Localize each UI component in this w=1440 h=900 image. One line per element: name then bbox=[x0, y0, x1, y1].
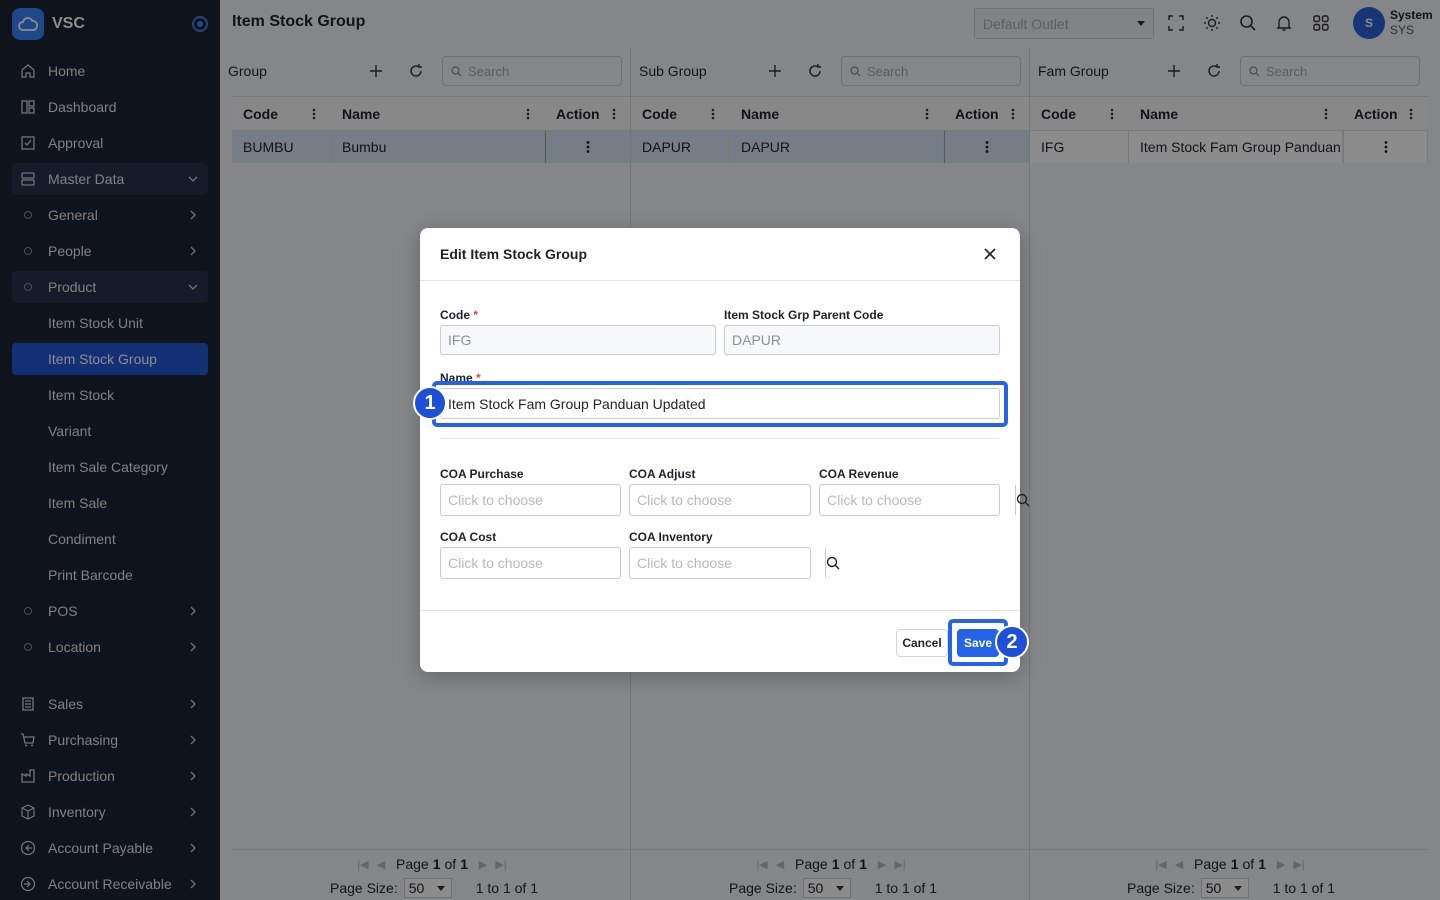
coa-revenue-input[interactable] bbox=[820, 485, 1015, 515]
divider bbox=[440, 438, 1000, 439]
coa-revenue-field bbox=[819, 484, 1030, 516]
coa-revenue-label: COA Revenue bbox=[819, 467, 899, 481]
save-button[interactable]: Save bbox=[957, 629, 999, 657]
parent-code-field[interactable] bbox=[724, 325, 1000, 355]
search-icon[interactable] bbox=[1015, 485, 1030, 515]
coa-cost-field bbox=[440, 547, 651, 579]
coa-adjust-input[interactable] bbox=[630, 485, 825, 515]
coa-inventory-label: COA Inventory bbox=[629, 530, 713, 544]
coa-purchase-field bbox=[440, 484, 651, 516]
step-badge-1: 1 bbox=[413, 386, 447, 420]
cancel-button[interactable]: Cancel bbox=[896, 629, 948, 657]
modal-title: Edit Item Stock Group bbox=[440, 246, 588, 262]
coa-purchase-label: COA Purchase bbox=[440, 467, 524, 481]
coa-cost-input[interactable] bbox=[441, 548, 636, 578]
coa-adjust-field bbox=[629, 484, 840, 516]
coa-inventory-field bbox=[629, 547, 840, 579]
edit-item-stock-group-dialog: Edit Item Stock Group Code * Item Stock … bbox=[413, 228, 1030, 672]
close-icon[interactable] bbox=[982, 246, 998, 262]
parent-code-label: Item Stock Grp Parent Code bbox=[724, 308, 884, 322]
name-field[interactable] bbox=[440, 388, 1000, 419]
code-field[interactable] bbox=[440, 325, 716, 355]
coa-adjust-label: COA Adjust bbox=[629, 467, 696, 481]
modal-footer: Cancel Save 2 bbox=[420, 610, 1029, 672]
search-icon[interactable] bbox=[825, 548, 840, 578]
step-badge-2: 2 bbox=[995, 625, 1029, 659]
coa-cost-label: COA Cost bbox=[440, 530, 497, 544]
coa-inventory-input[interactable] bbox=[630, 548, 825, 578]
code-label: Code * bbox=[440, 308, 479, 322]
app-root: VSC Home Dashboard Approval Master Data bbox=[0, 0, 1440, 900]
coa-purchase-input[interactable] bbox=[441, 485, 636, 515]
